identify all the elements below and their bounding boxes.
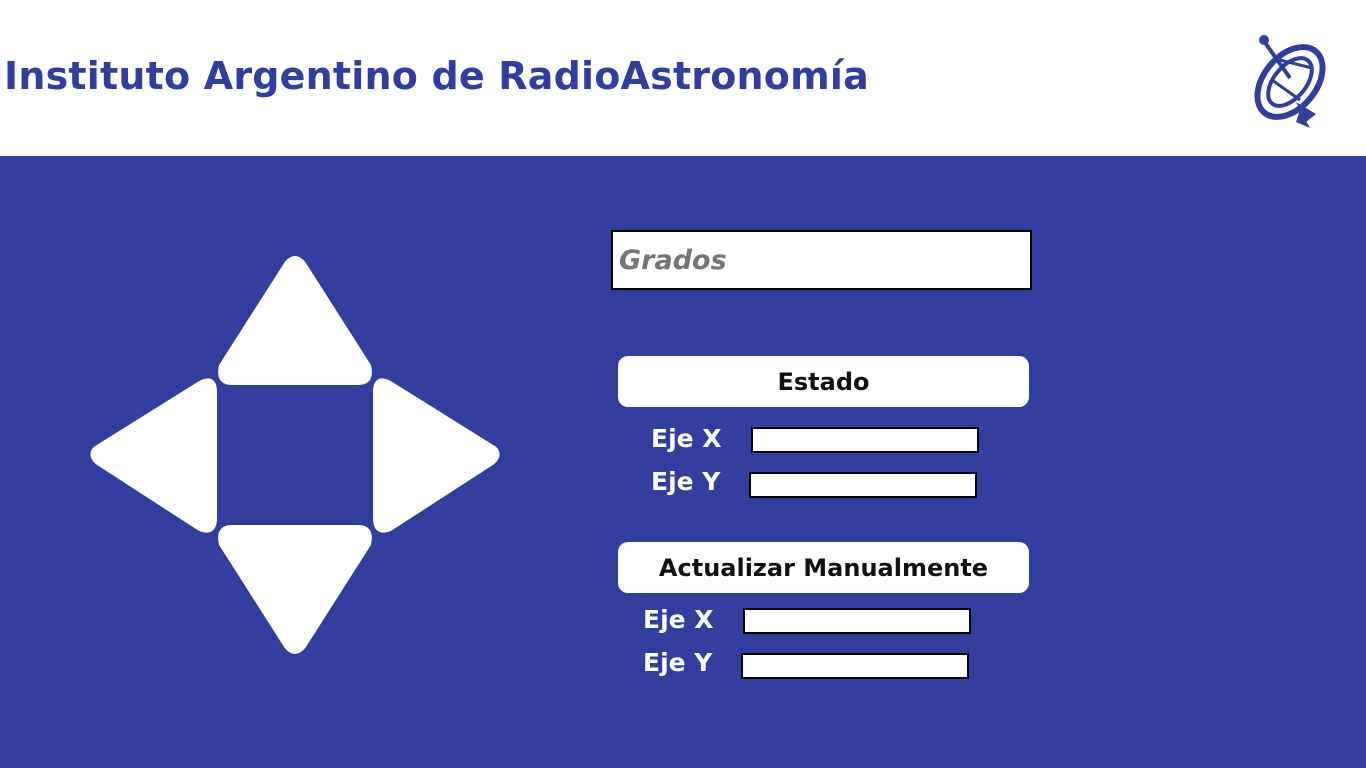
header: Instituto Argentino de RadioAstronomía	[0, 0, 1366, 156]
estado-eje-y-label: Eje Y	[651, 467, 721, 496]
manual-eje-y-field[interactable]	[741, 653, 969, 679]
radio-telescope-icon	[1240, 30, 1336, 130]
actualizar-manualmente-button[interactable]: Actualizar Manualmente	[618, 542, 1029, 593]
grados-input[interactable]	[613, 232, 1030, 288]
manual-eje-y-label: Eje Y	[643, 648, 713, 677]
page-title: Instituto Argentino de RadioAstronomía	[4, 54, 869, 98]
grados-field	[611, 230, 1032, 290]
manual-eje-x-label: Eje X	[643, 605, 714, 634]
arrow-down-icon[interactable]	[218, 525, 372, 654]
arrow-right-icon[interactable]	[373, 378, 500, 533]
estado-eje-x-field[interactable]	[751, 427, 979, 453]
arrow-left-icon[interactable]	[90, 378, 217, 533]
estado-button[interactable]: Estado	[618, 356, 1029, 407]
estado-eje-y-field[interactable]	[749, 472, 977, 498]
manual-eje-x-field[interactable]	[743, 608, 971, 634]
estado-eje-x-label: Eje X	[651, 424, 722, 453]
arrow-up-icon[interactable]	[218, 256, 372, 385]
